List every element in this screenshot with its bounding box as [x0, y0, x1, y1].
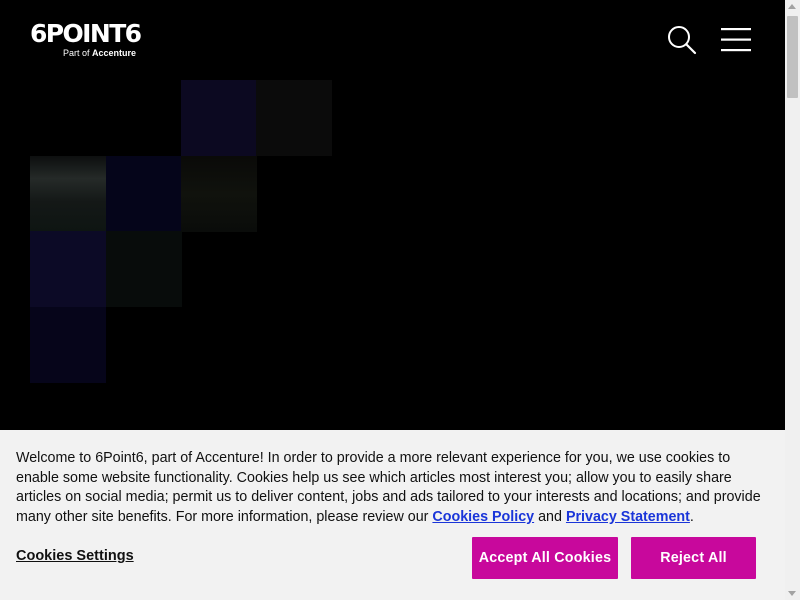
cookies-settings-button[interactable]: Cookies Settings: [16, 548, 134, 564]
hero-tile: [30, 231, 106, 307]
page: 6POINT6 Part of Accenture Welcome to 6Po…: [0, 0, 800, 600]
page-scrollbar[interactable]: [785, 0, 800, 600]
site-logo[interactable]: 6POINT6 Part of Accenture: [30, 20, 142, 60]
hero-tile: [30, 307, 106, 383]
search-icon: [668, 26, 697, 55]
cookie-message: Welcome to 6Point6, part of Accenture! I…: [16, 450, 761, 525]
hamburger-menu-icon: [721, 28, 751, 52]
accept-all-cookies-button[interactable]: Accept All Cookies: [472, 537, 618, 579]
hero-tile: [106, 231, 182, 307]
scroll-down-arrow-icon[interactable]: [788, 591, 796, 596]
logo-tagline: Part of Accenture: [63, 48, 137, 58]
hero-tile: [256, 80, 332, 156]
reject-all-button[interactable]: Reject All: [631, 537, 756, 579]
cookies-policy-link[interactable]: Cookies Policy: [432, 509, 534, 525]
hero-tile: [106, 156, 182, 232]
scroll-up-arrow-icon[interactable]: [788, 4, 796, 9]
cookie-banner: Welcome to 6Point6, part of Accenture! I…: [0, 430, 785, 600]
search-button[interactable]: [666, 24, 698, 56]
logo-wordmark: 6POINT6: [30, 19, 142, 48]
scrollbar-thumb[interactable]: [787, 16, 798, 98]
hero-tile: [181, 156, 257, 232]
hero-mosaic: [0, 0, 785, 430]
hero-tile: [181, 80, 257, 156]
hero-tile: [30, 156, 106, 232]
menu-button[interactable]: [718, 26, 754, 54]
privacy-statement-link[interactable]: Privacy Statement: [566, 509, 690, 525]
